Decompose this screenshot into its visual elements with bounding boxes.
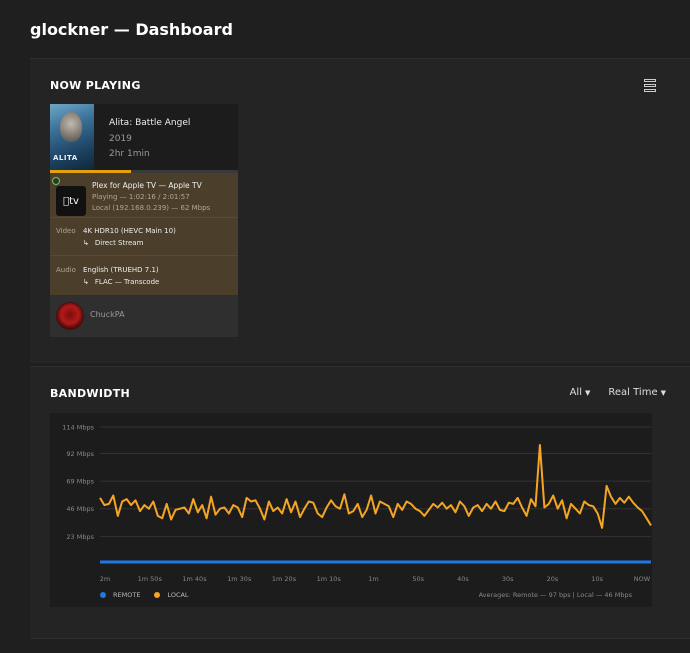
- player-state: Playing — 1:02:16 / 2:01:57: [92, 193, 190, 201]
- apple-tv-icon: tv: [56, 186, 86, 216]
- page-title: glockner — Dashboard: [30, 20, 233, 39]
- user-row[interactable]: ChuckPA: [50, 295, 238, 337]
- legend-dot-remote: [100, 592, 106, 598]
- range-dropdown[interactable]: Real Time ▼: [608, 387, 666, 398]
- return-arrow-icon: ↳: [83, 278, 89, 286]
- series-line-local: [99, 444, 652, 529]
- video-label: Video: [56, 227, 76, 235]
- chart-legend: REMOTE LOCAL: [100, 591, 189, 599]
- x-tick-label: 1m 40s: [182, 575, 207, 583]
- media-header: ALITA Alita: Battle Angel 2019 2hr 1min: [50, 104, 238, 172]
- x-tick-label: 40s: [457, 575, 469, 583]
- x-tick-label: 1m 50s: [138, 575, 163, 583]
- bandwidth-chart-svg: 114 Mbps 92 Mbps 69 Mbps 46 Mbps 23 Mbps 2m 1m…: [62, 424, 652, 583]
- secure-connection-icon: [52, 177, 60, 185]
- y-tick-label: 114 Mbps: [62, 424, 94, 432]
- x-tick-label: 10s: [591, 575, 603, 583]
- averages-text: Averages: Remote — 97 bps | Local — 46 M…: [478, 591, 632, 599]
- caret-down-icon: ▼: [660, 389, 666, 397]
- legend-local: LOCAL: [154, 591, 189, 599]
- bandwidth-title: BANDWIDTH: [50, 387, 131, 400]
- x-tick-label: 2m: [100, 575, 110, 583]
- return-arrow-icon: ↳: [83, 239, 89, 247]
- bandwidth-panel: BANDWIDTH All ▼ Real Time ▼ 114 Mbps 92 Mbp…: [30, 366, 690, 638]
- user-name: ChuckPA: [90, 310, 125, 319]
- audio-stream-row: Audio English (TRUEHD 7.1) ↳ FLAC — Trans…: [50, 257, 238, 295]
- now-playing-card[interactable]: ALITA Alita: Battle Angel 2019 2hr 1min …: [50, 104, 238, 337]
- y-tick-label: 92 Mbps: [66, 450, 94, 458]
- list-view-icon[interactable]: [644, 79, 656, 92]
- media-year: 2019: [109, 134, 132, 144]
- video-format: 4K HDR10 (HEVC Main 10): [83, 227, 176, 235]
- poster-image: ALITA: [50, 104, 94, 170]
- player-network: Local (192.168.0.239) — 62 Mbps: [92, 204, 211, 212]
- now-playing-title: NOW PLAYING: [50, 79, 141, 92]
- bandwidth-chart: 114 Mbps 92 Mbps 69 Mbps 46 Mbps 23 Mbps 2m 1m…: [50, 413, 652, 607]
- audio-format: English (TRUEHD 7.1): [83, 266, 159, 274]
- x-tick-label: 1m 30s: [227, 575, 252, 583]
- x-tick-label: 1m 10s: [317, 575, 342, 583]
- legend-remote: REMOTE: [100, 591, 140, 599]
- filter-dropdown[interactable]: All ▼: [570, 387, 591, 398]
- video-stream-row: Video 4K HDR10 (HEVC Main 10) ↳ Direct St…: [50, 218, 238, 256]
- y-tick-label: 69 Mbps: [66, 478, 94, 486]
- poster-text: ALITA: [53, 154, 78, 162]
- media-title[interactable]: Alita: Battle Angel: [109, 118, 190, 128]
- legend-dot-local: [154, 592, 161, 598]
- audio-decision: ↳ FLAC — Transcode: [83, 278, 160, 286]
- player-row: tv Plex for Apple TV — Apple TV Playing…: [50, 173, 238, 218]
- video-decision: ↳ Direct Stream: [83, 239, 144, 247]
- player-name: Plex for Apple TV — Apple TV: [92, 181, 202, 190]
- avatar: [56, 302, 84, 330]
- x-tick-label: 20s: [547, 575, 559, 583]
- x-tick-label: 30s: [502, 575, 514, 583]
- x-tick-label: 50s: [412, 575, 424, 583]
- audio-label: Audio: [56, 266, 76, 274]
- y-tick-label: 23 Mbps: [66, 533, 94, 541]
- y-tick-label: 46 Mbps: [66, 505, 94, 513]
- x-tick-label: NOW: [634, 575, 651, 583]
- media-duration: 2hr 1min: [109, 149, 150, 159]
- x-tick-label: 1m: [368, 575, 378, 583]
- player-details: tv Plex for Apple TV — Apple TV Playing…: [50, 173, 238, 295]
- x-tick-label: 1m 20s: [272, 575, 297, 583]
- caret-down-icon: ▼: [585, 389, 591, 397]
- now-playing-panel: NOW PLAYING ALITA Alita: Battle Angel 20…: [30, 58, 690, 363]
- next-panel: [30, 638, 690, 653]
